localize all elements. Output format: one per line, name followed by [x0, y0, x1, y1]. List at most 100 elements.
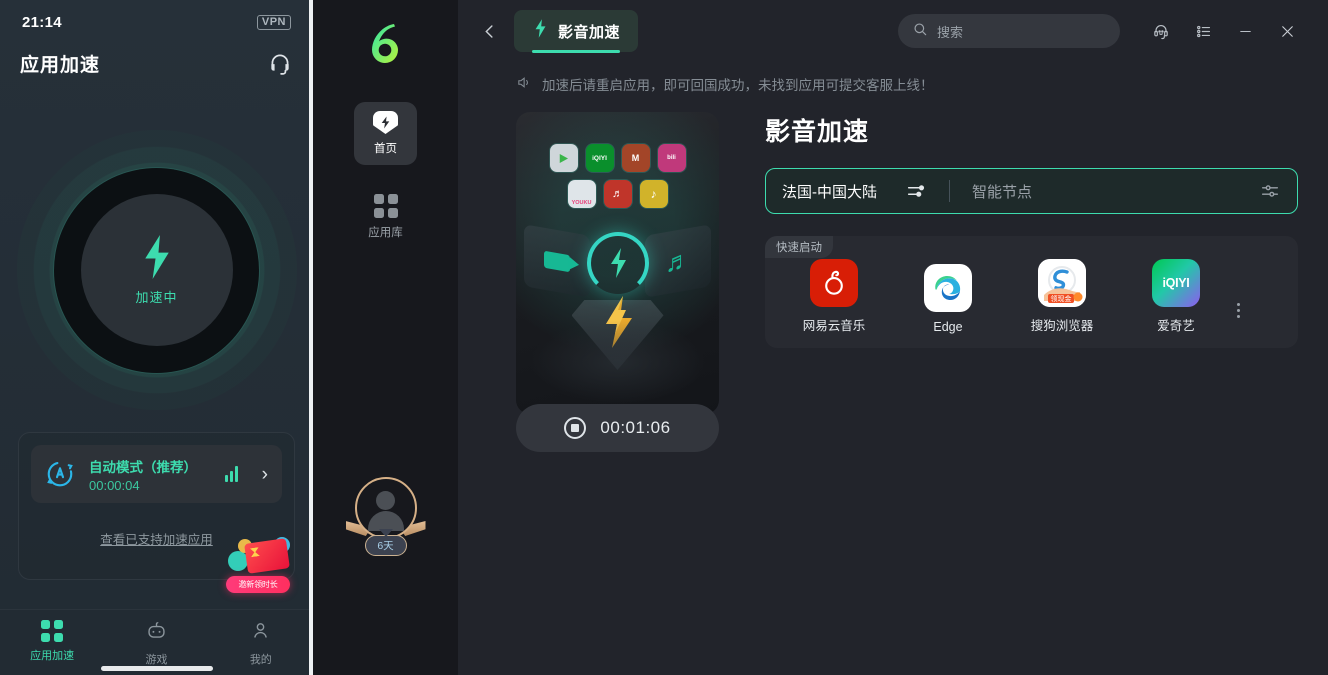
- avatar[interactable]: 6天: [345, 477, 426, 563]
- brand-6-logo: [360, 18, 412, 70]
- mode-panel: 自动模式（推荐） 00:00:04 › 查看已支持加速应用 邀新领时长: [18, 432, 295, 593]
- window-actions: [1140, 12, 1308, 50]
- phone-status-bar: 21:14 VPN: [0, 0, 313, 44]
- status-time: 21:14: [22, 13, 62, 31]
- quick-app-edge[interactable]: Edge: [891, 264, 1005, 334]
- promo-badge[interactable]: 邀新领时长: [226, 537, 290, 595]
- divider: [949, 180, 950, 202]
- signal-bars-icon: [224, 466, 238, 482]
- qqmusic-mini-icon: ♪: [639, 180, 668, 208]
- phone-tab-games[interactable]: 游戏: [104, 620, 208, 667]
- chevron-right-icon[interactable]: ›: [262, 465, 268, 484]
- illustration-row-1: iQIYI M bili: [516, 144, 719, 172]
- chevron-left-icon[interactable]: [474, 16, 504, 46]
- region-node-selector[interactable]: 法国-中国大陆 智能节点: [765, 168, 1298, 214]
- search-placeholder: 搜索: [937, 24, 964, 40]
- auto-mode-icon: [45, 459, 75, 489]
- sogou-browser-icon: 领现金: [1038, 259, 1086, 307]
- ring-glow: 加速中: [16, 130, 297, 410]
- youku-mini-icon: YOUKU: [567, 180, 596, 208]
- illustration-app-icons: iQIYI M bili YOUKU ♬ ♪: [516, 144, 719, 208]
- sidebar-item-label: 应用库: [368, 226, 403, 239]
- sidebar-item-app-library[interactable]: 应用库: [354, 185, 417, 248]
- ring-status-label: 加速中: [135, 289, 178, 305]
- netease-music-icon: [810, 259, 858, 307]
- acceleration-illustration: iQIYI M bili YOUKU ♬ ♪ ♬: [516, 112, 719, 414]
- notice-bar: 加速后请重启应用，即可回国成功，未找到应用可提交客服上线！: [458, 74, 1328, 94]
- iqiyi-mini-icon: iQIYI: [585, 144, 614, 172]
- person-icon: [250, 620, 271, 646]
- list-icon[interactable]: [1182, 12, 1224, 50]
- ground-shadow: [529, 320, 706, 404]
- search-input[interactable]: 搜索: [898, 14, 1120, 48]
- ring-inner[interactable]: 加速中: [80, 194, 233, 346]
- music-note-icon: ♬: [665, 243, 691, 279]
- mango-mini-icon: M: [621, 144, 650, 172]
- tab-label: 影音加速: [558, 23, 621, 41]
- bolt-circle-icon: [586, 232, 649, 294]
- bolt-icon: [139, 234, 175, 279]
- sliders-icon[interactable]: [905, 180, 927, 202]
- illustration-row-2: YOUKU ♬ ♪: [516, 180, 719, 208]
- quick-app-iqiyi[interactable]: iQIYI 爱奇艺: [1119, 259, 1233, 334]
- phone-tab-mine[interactable]: 我的: [209, 620, 313, 667]
- svg-text:领现金: 领现金: [1051, 294, 1072, 303]
- notice-text: 加速后请重启应用，即可回国成功，未找到应用可提交客服上线！: [542, 78, 934, 93]
- more-vertical-icon[interactable]: [1237, 303, 1240, 334]
- vip-days-badge[interactable]: 6天: [364, 535, 407, 556]
- quick-app-netease[interactable]: 网易云音乐: [777, 259, 891, 334]
- mode-name: 自动模式（推荐）: [89, 459, 197, 475]
- quick-launch-apps: 网易云音乐 Edge 领现金 搜狗浏览器 iQIYI 爱奇艺: [777, 259, 1286, 334]
- sidebar-item-label: 首页: [374, 143, 397, 155]
- minimize-icon[interactable]: [1224, 12, 1266, 50]
- main-content: 影音加速 搜索 加速后请重启应用，即可回国成功，未找到应用可提交客服上线！ iQ…: [458, 0, 1328, 675]
- bolt-icon: [607, 248, 629, 278]
- phone-header: 应用加速: [0, 42, 313, 84]
- stop-icon: [564, 417, 587, 439]
- search-icon: [912, 21, 928, 42]
- phone-tab-app-accel[interactable]: 应用加速: [0, 620, 104, 663]
- mode-texts: 自动模式（推荐） 00:00:04: [89, 456, 211, 493]
- home-indicator: [100, 666, 213, 671]
- close-icon[interactable]: [1266, 12, 1308, 50]
- phone-tab-label: 应用加速: [30, 650, 75, 662]
- vpn-badge: VPN: [256, 14, 291, 30]
- speaker-icon: [516, 74, 533, 94]
- ring-mid: 加速中: [54, 167, 259, 373]
- app-sidebar: 首页 应用库 6天: [313, 0, 458, 675]
- headset-icon[interactable]: [1140, 12, 1182, 50]
- content-area: iQIYI M bili YOUKU ♬ ♪ ♬ 影音加速 法国-中国大陆 智能…: [458, 112, 1328, 414]
- phone-mirror-panel: 21:14 VPN 应用加速 加速中 自动模式（推荐） 00:00:04 › 查…: [0, 0, 313, 675]
- iqiyi-icon: iQIYI: [1152, 259, 1200, 307]
- youtube-mini-icon: [549, 144, 578, 172]
- mode-elapsed: 00:00:04: [89, 477, 140, 493]
- promo-card-icon: [244, 538, 290, 574]
- sidebar-item-home[interactable]: 首页: [354, 102, 417, 165]
- title-bar: 影音加速 搜索: [458, 0, 1328, 62]
- tab-active-underline: [532, 50, 621, 53]
- accelerate-ring[interactable]: 加速中: [0, 130, 313, 410]
- phone-title: 应用加速: [20, 54, 101, 76]
- promo-label: 邀新领时长: [226, 576, 290, 593]
- quick-app-sogou[interactable]: 领现金 搜狗浏览器: [1005, 259, 1119, 334]
- phone-tab-bar: 应用加速 游戏 我的: [0, 609, 313, 675]
- edge-icon: [924, 264, 972, 312]
- page-title: 影音加速: [765, 118, 870, 146]
- grid-apps-icon: [373, 193, 398, 218]
- quick-launch-card: 快速启动 网易云音乐 Edge 领现金 搜狗浏览器 iQIYI 爱奇艺: [765, 236, 1298, 348]
- phone-tab-label: 游戏: [145, 654, 168, 666]
- selected-node: 智能节点: [972, 183, 1033, 201]
- mode-card[interactable]: 自动模式（推荐） 00:00:04 ›: [31, 445, 282, 503]
- sidebar-items: 首页 应用库: [313, 102, 458, 248]
- video-camera-icon: [544, 250, 570, 272]
- gamepad-icon: [146, 620, 167, 646]
- headset-icon[interactable]: [267, 50, 293, 76]
- quick-app-label: Edge: [933, 320, 963, 334]
- quick-app-label: 爱奇艺: [1157, 319, 1195, 333]
- isometric-stage: ♬: [516, 224, 719, 414]
- stop-acceleration-button[interactable]: 00:01:06: [516, 404, 719, 452]
- video-camera-panel: [524, 224, 590, 298]
- sliders-settings-icon[interactable]: [1259, 180, 1281, 202]
- acceleration-settings-column: 影音加速 法国-中国大陆 智能节点 快速启动 网易云音乐 Edge 领现金 搜狗…: [765, 112, 1328, 414]
- tab-media-acceleration[interactable]: 影音加速: [514, 10, 639, 53]
